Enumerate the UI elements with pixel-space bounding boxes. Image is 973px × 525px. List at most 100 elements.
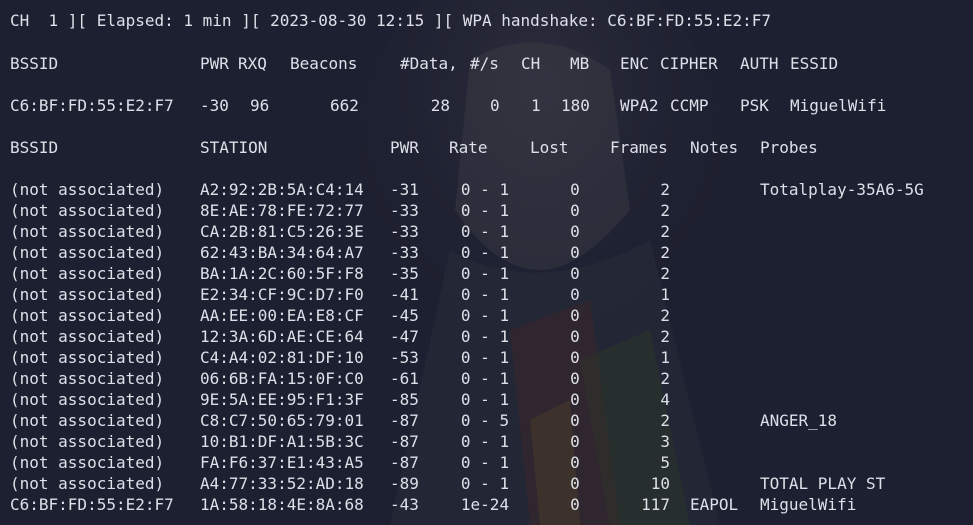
station-bssid: (not associated)	[10, 474, 165, 493]
station-mac: E2:34:CF:9C:D7:F0	[200, 285, 364, 304]
station-mac: C4:A4:02:81:DF:10	[200, 348, 364, 367]
header-bssid: BSSID	[10, 54, 59, 73]
station-rate: 0 - 1	[460, 264, 510, 283]
station-lost: 0	[570, 243, 580, 262]
station-rate: 0 - 1	[460, 285, 510, 304]
station-lost: 0	[570, 180, 580, 199]
station-rate: 0 - 1	[460, 201, 510, 220]
header-station-bssid: BSSID	[10, 138, 59, 157]
station-frames: 2	[660, 306, 670, 325]
station-lost: 0	[570, 327, 580, 346]
station-lost: 0	[570, 495, 580, 514]
station-frames: 5	[660, 453, 670, 472]
station-mac: 1A:58:18:4E:8A:68	[200, 495, 364, 514]
station-mac: 06:6B:FA:15:0F:C0	[200, 369, 364, 388]
header-cipher: CIPHER	[660, 54, 718, 73]
header-per-sec: #/s	[470, 54, 499, 73]
station-rate: 0 - 1	[460, 390, 510, 409]
station-mac: A2:92:2B:5A:C4:14	[200, 180, 364, 199]
station-probes: ANGER_18	[760, 411, 838, 430]
header-rxq: RXQ	[238, 54, 267, 73]
station-frames: 2	[660, 180, 670, 199]
station-frames: 117	[641, 495, 670, 514]
station-bssid: C6:BF:FD:55:E2:F7	[10, 495, 174, 514]
station-frames: 2	[660, 222, 670, 241]
station-bssid: (not associated)	[10, 432, 165, 451]
station-lost: 0	[570, 453, 580, 472]
station-frames: 4	[660, 390, 670, 409]
station-rate: 0 - 1	[460, 348, 510, 367]
station-lost: 0	[570, 264, 580, 283]
ap-header-row: BSSID PWR RXQ Beacons #Data, #/s CH MB E…	[0, 53, 838, 74]
access-point-row[interactable]: C6:BF:FD:55:E2:F7 -30 96 662 28 0 1 180 …	[0, 95, 886, 116]
station-pwr: -43	[390, 495, 419, 514]
ap-rxq: 96	[250, 96, 270, 115]
station-bssid: (not associated)	[10, 264, 165, 283]
station-lost: 0	[570, 201, 580, 220]
station-mac: FA:F6:37:E1:43:A5	[200, 453, 364, 472]
terminal-window[interactable]: CH 1 ][ Elapsed: 1 min ][ 2023-08-30 12:…	[0, 0, 973, 525]
station-mac: AA:EE:00:EA:E8:CF	[200, 306, 364, 325]
station-probes: MiguelWifi	[760, 495, 857, 514]
station-bssid: (not associated)	[10, 180, 165, 199]
ap-mb: 180	[561, 96, 590, 115]
station-rate: 0 - 1	[460, 222, 510, 241]
station-frames: 2	[660, 369, 670, 388]
station-pwr: -87	[390, 411, 419, 430]
station-header-row: BSSID STATION PWR Rate Lost Frames Notes…	[0, 137, 818, 158]
ap-beacons: 662	[330, 96, 359, 115]
header-auth: AUTH	[740, 54, 779, 73]
station-rate: 0 - 1	[460, 180, 510, 199]
station-pwr: -87	[390, 453, 419, 472]
station-rate: 0 - 1	[460, 243, 510, 262]
header-beacons: Beacons	[290, 54, 358, 73]
status-line: CH 1 ][ Elapsed: 1 min ][ 2023-08-30 12:…	[0, 10, 771, 31]
station-frames: 2	[660, 264, 670, 283]
station-lost: 0	[570, 222, 580, 241]
station-bssid: (not associated)	[10, 411, 165, 430]
station-lost: 0	[570, 390, 580, 409]
station-pwr: -41	[390, 285, 419, 304]
station-probes: TOTAL PLAY ST	[760, 474, 886, 493]
station-rate: 0 - 1	[460, 453, 510, 472]
station-frames: 2	[660, 411, 670, 430]
station-rate: 0 - 1	[460, 369, 510, 388]
station-mac: CA:2B:81:C5:26:3E	[200, 222, 364, 241]
station-pwr: -89	[390, 474, 419, 493]
station-bssid: (not associated)	[10, 243, 165, 262]
station-lost: 0	[570, 432, 580, 451]
ap-pwr: -30	[200, 96, 229, 115]
ap-cipher: CCMP	[670, 96, 709, 115]
station-mac: 9E:5A:EE:95:F1:3F	[200, 390, 364, 409]
station-rate: 0 - 5	[460, 411, 510, 430]
station-pwr: -85	[390, 390, 419, 409]
header-station: STATION	[200, 138, 268, 157]
station-pwr: -33	[390, 243, 419, 262]
header-probes: Probes	[760, 138, 818, 157]
station-rate: 0 - 1	[460, 306, 510, 325]
station-mac: C8:C7:50:65:79:01	[200, 411, 364, 430]
ap-auth: PSK	[740, 96, 769, 115]
ap-essid: MiguelWifi	[790, 96, 887, 115]
station-rate: 1e-24	[460, 495, 510, 514]
header-rate: Rate	[449, 138, 488, 157]
station-notes: EAPOL	[690, 495, 739, 514]
station-bssid: (not associated)	[10, 369, 165, 388]
station-mac: 10:B1:DF:A1:5B:3C	[200, 432, 364, 451]
station-rate: 0 - 1	[460, 432, 510, 451]
station-frames: 10	[650, 474, 670, 493]
station-mac: 62:43:BA:34:64:A7	[200, 243, 364, 262]
station-lost: 0	[570, 474, 580, 493]
station-bssid: (not associated)	[10, 201, 165, 220]
ap-channel: 1	[531, 96, 541, 115]
ap-data: 28	[430, 96, 450, 115]
header-mb: MB	[570, 54, 590, 73]
station-lost: 0	[570, 348, 580, 367]
station-frames: 2	[660, 243, 670, 262]
station-frames: 1	[660, 348, 670, 367]
station-pwr: -45	[390, 306, 419, 325]
station-bssid: (not associated)	[10, 390, 165, 409]
header-station-pwr: PWR	[390, 138, 419, 157]
station-pwr: -53	[390, 348, 419, 367]
station-bssid: (not associated)	[10, 453, 165, 472]
